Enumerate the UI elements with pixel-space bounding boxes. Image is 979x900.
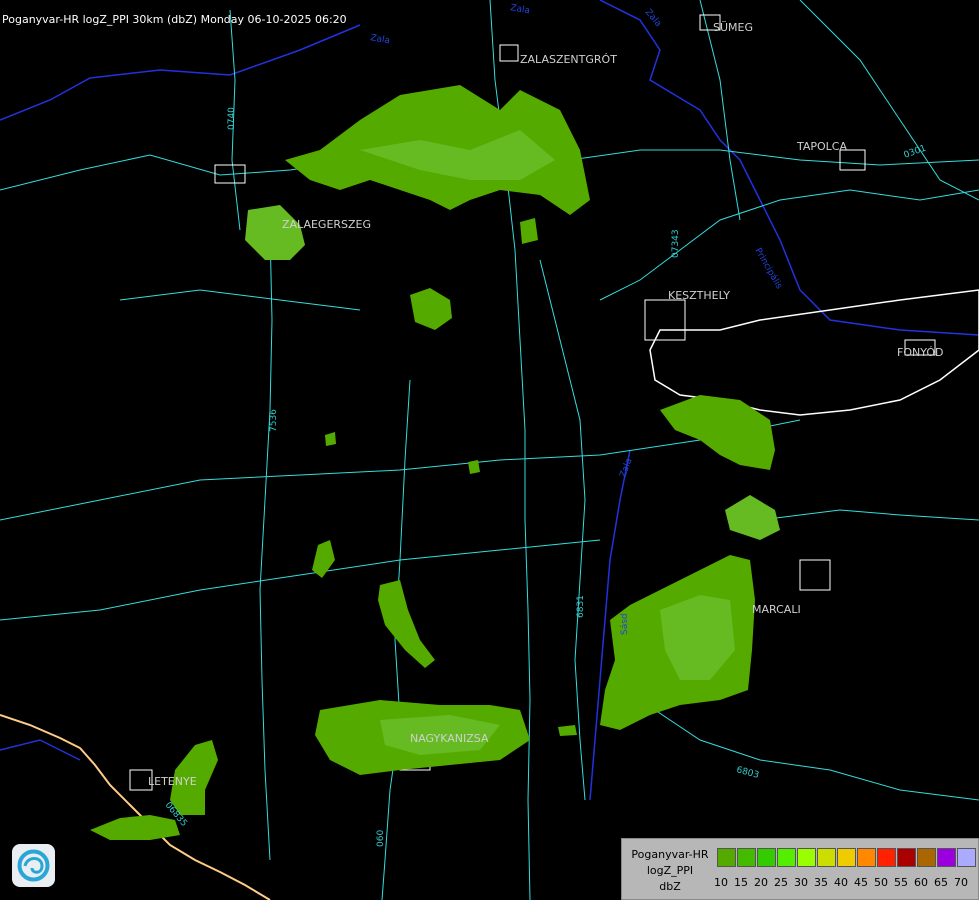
river-label: Zala: [369, 33, 390, 46]
river-label: Principális: [752, 247, 784, 292]
swirl-logo-icon: [17, 849, 50, 882]
legend-product: logZ_PPI: [646, 864, 694, 877]
road-label: 07343: [671, 229, 681, 258]
legend-swatch: [937, 848, 956, 867]
legend-swatch: [837, 848, 856, 867]
echo-zalaegerszeg: [245, 205, 305, 260]
river-label: Zala: [643, 8, 663, 30]
legend-tick-label: 70: [954, 876, 968, 889]
logo: [12, 844, 55, 887]
legend-source: Poganyvar-HR: [631, 848, 709, 861]
map-title: Poganyvar-HR logZ_PPI 30km (dbZ) Monday …: [2, 13, 347, 26]
legend-tick-label: 60: [914, 876, 928, 889]
legend-swatch: [877, 848, 896, 867]
road-label: 060: [376, 830, 386, 847]
legend-tick-label: 35: [814, 876, 828, 889]
place-label-zalaegerszeg: ZALAEGERSZEG: [282, 218, 371, 231]
legend-title: Poganyvar-HR logZ_PPI dbZ: [626, 847, 714, 895]
river-label: Sásd: [620, 613, 630, 635]
legend-tick-label: 45: [854, 876, 868, 889]
legend-swatch: [717, 848, 736, 867]
radar-echoes: [90, 85, 780, 840]
legend-tick-label: 10: [714, 876, 728, 889]
legend-swatch: [857, 848, 876, 867]
legend-tick-label: 20: [754, 876, 768, 889]
road-label: 7536: [269, 409, 279, 432]
legend: Poganyvar-HR logZ_PPI dbZ 10 15 20 25 30 35 40…: [621, 838, 979, 900]
place-label-keszthely: KESZTHELY: [668, 289, 730, 302]
river-label: Zala: [509, 3, 530, 16]
legend-tick-label: 65: [934, 876, 948, 889]
legend-swatch: [777, 848, 796, 867]
legend-swatch: [757, 848, 776, 867]
river-label: Zala: [618, 457, 634, 479]
place-label-zalaszentgrot: ZALASZENTGRÓT: [520, 53, 617, 66]
place-label-nagykanizsa: NAGYKANIZSA: [410, 732, 489, 745]
legend-tick-label: 50: [874, 876, 888, 889]
legend-swatch: [817, 848, 836, 867]
legend-unit: dbZ: [659, 880, 681, 893]
place-label-sumeg: SÜMEG: [713, 21, 753, 34]
road-label: 6831: [576, 595, 586, 618]
legend-swatches: [717, 848, 977, 867]
radar-map: SÜMEG ZALASZENTGRÓT TAPOLCA ZALAEGERSZEG…: [0, 0, 979, 900]
place-label-tapolca: TAPOLCA: [796, 140, 847, 153]
legend-swatch: [737, 848, 756, 867]
echo-keszthely-south: [660, 395, 775, 470]
road-label: 0740: [227, 107, 237, 130]
legend-ticks: 10 15 20 25 30 35 40 45 50 55 60 65 70: [711, 876, 971, 889]
legend-swatch: [957, 848, 976, 867]
place-label-fonyod: FONYÓD: [897, 346, 943, 359]
legend-swatch: [897, 848, 916, 867]
legend-tick-label: 40: [834, 876, 848, 889]
legend-tick-label: 30: [794, 876, 808, 889]
legend-swatch: [917, 848, 936, 867]
road-label: 6803: [735, 765, 760, 781]
place-label-marcali: MARCALI: [752, 603, 801, 616]
legend-tick-label: 25: [774, 876, 788, 889]
legend-tick-label: 55: [894, 876, 908, 889]
legend-tick-label: 15: [734, 876, 748, 889]
place-label-letenye: LETENYE: [148, 775, 197, 788]
legend-swatch: [797, 848, 816, 867]
road-label: 0301: [903, 144, 928, 161]
